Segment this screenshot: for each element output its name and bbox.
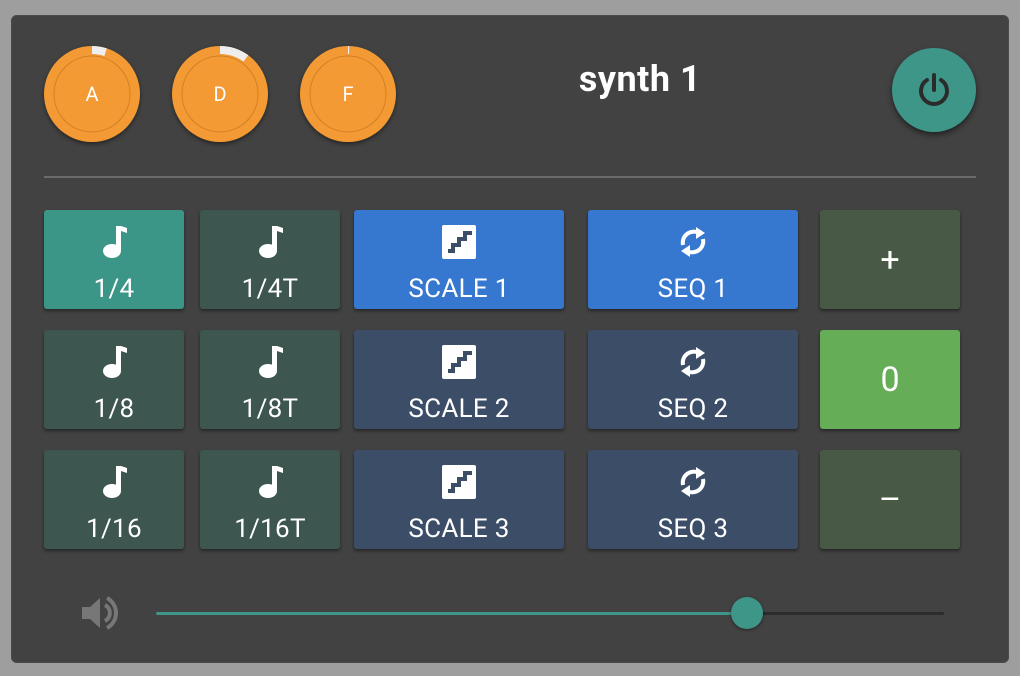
seq-label: SEQ 2 xyxy=(657,394,729,424)
increment-button[interactable]: + xyxy=(820,210,960,309)
note-label: 1/8 xyxy=(93,394,135,424)
scale-button-1[interactable]: SCALE 1 xyxy=(354,210,564,309)
decrement-button[interactable]: – xyxy=(820,450,960,549)
power-button[interactable] xyxy=(892,48,976,132)
scale-label: SCALE 2 xyxy=(408,394,510,424)
filter-knob[interactable]: F xyxy=(300,46,396,142)
volume-slider[interactable] xyxy=(156,597,944,629)
note-button-1-8[interactable]: 1/8 xyxy=(44,330,184,429)
scale-button-2[interactable]: SCALE 2 xyxy=(354,330,564,429)
music-note-icon xyxy=(200,464,340,500)
volume-slider-fill xyxy=(156,612,747,615)
seq-button-3[interactable]: SEQ 3 xyxy=(588,450,798,549)
seq-label: SEQ 3 xyxy=(657,514,729,544)
music-note-icon xyxy=(200,224,340,260)
minus-label: – xyxy=(878,479,902,520)
attack-knob[interactable]: A xyxy=(44,46,140,142)
stairs-icon xyxy=(354,464,564,500)
synth-title: synth 1 xyxy=(578,58,702,100)
stairs-icon xyxy=(354,344,564,380)
note-label: 1/16 xyxy=(86,514,142,544)
plus-label: + xyxy=(880,239,900,280)
note-label: 1/8T xyxy=(241,394,299,424)
note-button-1-8t[interactable]: 1/8T xyxy=(200,330,340,429)
stepper-value: 0 xyxy=(820,330,960,429)
note-button-1-4[interactable]: 1/4 xyxy=(44,210,184,309)
power-icon xyxy=(919,73,949,106)
stairs-icon xyxy=(354,224,564,260)
decay-knob[interactable]: D xyxy=(172,46,268,142)
note-label: 1/4 xyxy=(93,274,135,304)
note-button-1-16t[interactable]: 1/16T xyxy=(200,450,340,549)
scale-label: SCALE 1 xyxy=(408,274,510,304)
music-note-icon xyxy=(200,344,340,380)
sync-icon xyxy=(588,344,798,380)
knob-label: F xyxy=(342,82,354,106)
knob-label: A xyxy=(85,82,99,106)
seq-label: SEQ 1 xyxy=(657,274,729,304)
sync-icon xyxy=(588,224,798,260)
sync-icon xyxy=(588,464,798,500)
note-label: 1/4T xyxy=(241,274,299,304)
volume-icon xyxy=(80,594,120,636)
header-divider xyxy=(44,176,976,178)
note-label: 1/16T xyxy=(234,514,306,544)
seq-button-1[interactable]: SEQ 1 xyxy=(588,210,798,309)
seq-button-2[interactable]: SEQ 2 xyxy=(588,330,798,429)
music-note-icon xyxy=(44,224,184,260)
stepper-value-text: 0 xyxy=(880,359,900,400)
scale-label: SCALE 3 xyxy=(408,514,510,544)
knob-label: D xyxy=(213,82,227,106)
scale-button-3[interactable]: SCALE 3 xyxy=(354,450,564,549)
music-note-icon xyxy=(44,344,184,380)
volume-slider-thumb[interactable] xyxy=(731,597,763,629)
note-button-1-4t[interactable]: 1/4T xyxy=(200,210,340,309)
music-note-icon xyxy=(44,464,184,500)
note-button-1-16[interactable]: 1/16 xyxy=(44,450,184,549)
